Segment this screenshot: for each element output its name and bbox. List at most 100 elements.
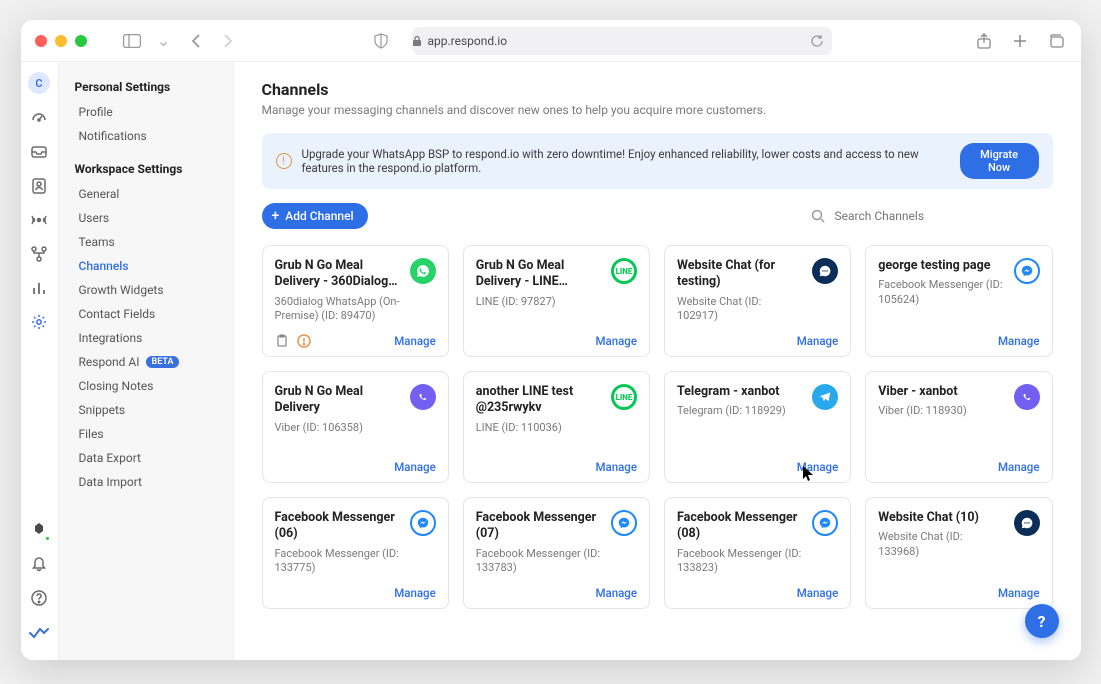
manage-link[interactable]: Manage	[394, 586, 436, 600]
sidebar-item-label: Growth Widgets	[79, 283, 164, 297]
channel-subtitle: LINE (ID: 110036)	[476, 421, 603, 435]
sidebar-item-files[interactable]: Files	[63, 422, 233, 446]
window-controls	[35, 35, 87, 47]
add-channel-button[interactable]: + Add Channel	[262, 203, 368, 229]
banner-text: Upgrade your WhatsApp BSP to respond.io …	[302, 147, 950, 175]
help-icon[interactable]	[29, 588, 49, 608]
back-button[interactable]	[185, 30, 207, 52]
search-channels[interactable]	[811, 208, 1053, 224]
channel-card[interactable]: george testing pageFacebook Messenger (I…	[865, 245, 1052, 357]
main-content: Channels Manage your messaging channels …	[234, 62, 1081, 660]
channel-subtitle: Telegram (ID: 118929)	[677, 404, 804, 418]
sidebar-item-label: Channels	[79, 259, 129, 273]
channel-card[interactable]: Website Chat (10)Website Chat (ID: 13396…	[865, 497, 1052, 609]
sidebar-item-label: Respond AI	[79, 355, 140, 369]
manage-link[interactable]: Manage	[998, 586, 1040, 600]
sidebar-item-label: General	[79, 187, 120, 201]
sidebar-toggle-icon[interactable]	[121, 30, 143, 52]
chevron-down-icon[interactable]: ⌄	[153, 30, 175, 52]
channel-card[interactable]: Facebook Messenger (07)Facebook Messenge…	[463, 497, 650, 609]
user-presence-icon[interactable]	[29, 520, 49, 540]
channel-card[interactable]: Grub N Go Meal Delivery - LINE…LINE (ID:…	[463, 245, 650, 357]
forward-button[interactable]	[217, 30, 239, 52]
sidebar-item-users[interactable]: Users	[63, 206, 233, 230]
sidebar-item-profile[interactable]: Profile	[63, 100, 233, 124]
close-window-button[interactable]	[35, 35, 47, 47]
channel-card[interactable]: Grub N Go Meal DeliveryViber (ID: 106358…	[262, 371, 449, 483]
channel-card[interactable]: another LINE test @235rwykv LINE (ID: 110…	[463, 371, 650, 483]
manage-link[interactable]: Manage	[797, 460, 839, 474]
settings-gear-icon[interactable]	[29, 312, 49, 332]
channel-card[interactable]: Facebook Messenger (08) Facebook Messenge…	[664, 497, 851, 609]
share-icon[interactable]	[973, 30, 995, 52]
search-input[interactable]	[833, 208, 1053, 224]
reports-icon[interactable]	[29, 278, 49, 298]
address-bar[interactable]: app.respond.io	[412, 27, 832, 55]
contacts-icon[interactable]	[29, 176, 49, 196]
manage-link[interactable]: Manage	[797, 586, 839, 600]
channel-subtitle: 360dialog WhatsApp (On-Premise) (ID: 894…	[275, 295, 402, 324]
channel-title: another LINE test @235rwykv	[476, 384, 603, 417]
sidebar-item-data-import[interactable]: Data Import	[63, 470, 233, 494]
sidebar-item-notifications[interactable]: Notifications	[63, 124, 233, 148]
manage-link[interactable]: Manage	[394, 334, 436, 348]
channel-subtitle: Viber (ID: 118930)	[878, 404, 1005, 418]
manage-link[interactable]: Manage	[595, 334, 637, 348]
page-title: Channels	[262, 80, 1053, 99]
sidebar-item-growth-widgets[interactable]: Growth Widgets	[63, 278, 233, 302]
channel-subtitle: Facebook Messenger (ID: 105624)	[878, 278, 1005, 307]
sidebar-item-teams[interactable]: Teams	[63, 230, 233, 254]
sidebar-item-label: Users	[79, 211, 110, 225]
inbox-icon[interactable]	[29, 142, 49, 162]
maximize-window-button[interactable]	[75, 35, 87, 47]
dashboard-icon[interactable]	[29, 108, 49, 128]
privacy-shield-icon[interactable]	[370, 30, 392, 52]
sidebar-item-general[interactable]: General	[63, 182, 233, 206]
channel-card[interactable]: Viber - xanbot Viber (ID: 118930) Manage	[865, 371, 1052, 483]
channel-card[interactable]: Telegram - xanbotTelegram (ID: 118929)Ma…	[664, 371, 851, 483]
channel-card[interactable]: Website Chat (for testing)Website Chat (…	[664, 245, 851, 357]
workflows-icon[interactable]	[29, 244, 49, 264]
refresh-icon[interactable]	[810, 34, 824, 48]
manage-link[interactable]: Manage	[595, 460, 637, 474]
lock-icon	[412, 35, 422, 47]
channel-subtitle: Facebook Messenger (ID: 133775)	[275, 547, 402, 576]
manage-link[interactable]: Manage	[595, 586, 637, 600]
sidebar-item-label: Closing Notes	[79, 379, 154, 393]
new-tab-icon[interactable]	[1009, 30, 1031, 52]
migrate-now-button[interactable]: Migrate Now	[960, 143, 1039, 179]
workspace-avatar[interactable]: C	[28, 72, 50, 94]
tabs-overview-icon[interactable]	[1045, 30, 1067, 52]
help-fab[interactable]: ?	[1025, 604, 1059, 638]
manage-link[interactable]: Manage	[394, 460, 436, 474]
sidebar-item-contact-fields[interactable]: Contact Fields	[63, 302, 233, 326]
sidebar-item-snippets[interactable]: Snippets	[63, 398, 233, 422]
minimize-window-button[interactable]	[55, 35, 67, 47]
sidebar-item-integrations[interactable]: Integrations	[63, 326, 233, 350]
channel-title: Grub N Go Meal Delivery	[275, 384, 402, 417]
manage-link[interactable]: Manage	[998, 334, 1040, 348]
sidebar-item-label: Data Export	[79, 451, 141, 465]
warning-icon	[297, 334, 311, 348]
channel-title: Website Chat (for testing)	[677, 258, 804, 291]
channel-card[interactable]: Facebook Messenger (06) Facebook Messenge…	[262, 497, 449, 609]
manage-link[interactable]: Manage	[797, 334, 839, 348]
sidebar-item-label: Teams	[79, 235, 115, 249]
sidebar-item-respond-ai[interactable]: Respond AIBETA	[63, 350, 233, 374]
channel-title: Facebook Messenger (08)	[677, 510, 804, 543]
brand-logo-icon[interactable]	[29, 622, 49, 642]
sidebar-item-channels[interactable]: Channels	[63, 254, 233, 278]
manage-link[interactable]: Manage	[998, 460, 1040, 474]
broadcast-icon[interactable]	[29, 210, 49, 230]
add-channel-label: Add Channel	[285, 209, 353, 223]
sidebar-item-closing-notes[interactable]: Closing Notes	[63, 374, 233, 398]
channel-title: Viber - xanbot	[878, 384, 1005, 400]
channel-subtitle: Facebook Messenger (ID: 133823)	[677, 547, 804, 576]
browser-window: ⌄ app.respond.io	[21, 20, 1081, 660]
viber-icon	[410, 384, 436, 410]
sidebar-item-data-export[interactable]: Data Export	[63, 446, 233, 470]
channel-title: Facebook Messenger (06)	[275, 510, 402, 543]
notifications-bell-icon[interactable]	[29, 554, 49, 574]
channel-card[interactable]: Grub N Go Meal Delivery - 360Dialog…360d…	[262, 245, 449, 357]
sidebar-item-label: Data Import	[79, 475, 143, 489]
